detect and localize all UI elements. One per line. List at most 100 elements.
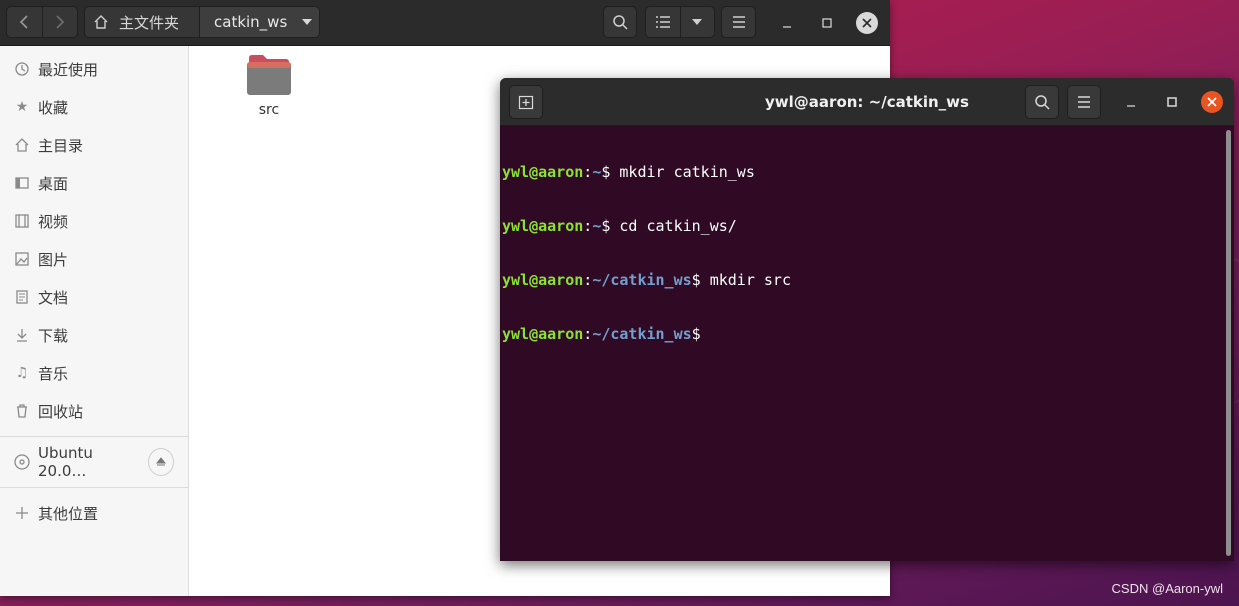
sidebar-item-music[interactable]: ♫ 音乐: [0, 354, 188, 392]
download-icon: [14, 327, 30, 343]
search-icon: [1035, 95, 1050, 110]
eject-icon: [155, 457, 166, 466]
sidebar-item-label: 最近使用: [38, 60, 99, 79]
watermark: CSDN @Aaron-ywl: [1111, 581, 1223, 596]
sidebar: 最近使用 ★ 收藏 主目录 桌面 视频 图片 文档 下载 ♫ 音乐 回收站 Ub…: [0, 46, 189, 596]
folder-label: src: [258, 102, 280, 118]
maximize-icon: [822, 18, 832, 28]
terminal-minimize-button[interactable]: [1120, 91, 1142, 113]
terminal-maximize-button[interactable]: [1161, 91, 1183, 113]
sidebar-item-other-locations[interactable]: 其他位置: [0, 494, 188, 532]
terminal-line: ywl@aaron:~/catkin_ws$ mkdir src: [502, 271, 791, 289]
sidebar-item-recent[interactable]: 最近使用: [0, 50, 188, 88]
sidebar-item-home[interactable]: 主目录: [0, 126, 188, 164]
sidebar-item-label: 图片: [38, 250, 69, 269]
hamburger-icon: [732, 16, 745, 28]
music-icon: ♫: [15, 365, 29, 381]
list-view-button[interactable]: [646, 7, 680, 37]
prompt-user: ywl@aaron: [502, 325, 584, 343]
terminal-line: ywl@aaron:~$ cd catkin_ws/: [502, 217, 737, 235]
sidebar-item-starred[interactable]: ★ 收藏: [0, 88, 188, 126]
triangle-down-icon: [692, 19, 703, 25]
back-button[interactable]: [7, 7, 42, 37]
close-icon: [862, 18, 872, 28]
terminal-window: ywl@aaron: ~/catkin_ws ywl@aaron:~$ mkdi…: [500, 78, 1234, 561]
sidebar-item-documents[interactable]: 文档: [0, 278, 188, 316]
chevron-right-icon: [56, 15, 65, 29]
home-icon: [14, 137, 30, 153]
chevron-left-icon: [20, 15, 29, 29]
sidebar-divider: [0, 487, 188, 488]
prompt-path: ~: [592, 163, 602, 181]
sidebar-item-videos[interactable]: 视频: [0, 202, 188, 240]
path-current-button[interactable]: catkin_ws: [200, 7, 319, 37]
home-icon: [94, 15, 108, 29]
files-headerbar: 主文件夹 catkin_ws: [0, 0, 890, 46]
document-icon: [14, 289, 30, 305]
close-button[interactable]: [856, 12, 878, 34]
prompt-user: ywl@aaron: [502, 163, 584, 181]
video-icon: [14, 213, 30, 229]
sidebar-item-label: 其他位置: [38, 504, 99, 523]
picture-icon: [14, 251, 30, 267]
command-text: mkdir catkin_ws: [610, 163, 755, 181]
view-options-button[interactable]: [679, 7, 714, 37]
prompt-user: ywl@aaron: [502, 271, 584, 289]
sidebar-item-label: 主目录: [38, 136, 84, 155]
sidebar-item-label: 回收站: [38, 402, 84, 421]
prompt-user: ywl@aaron: [502, 217, 584, 235]
minimize-button[interactable]: [776, 12, 798, 34]
terminal-line: ywl@aaron:~$ mkdir catkin_ws: [502, 163, 755, 181]
list-icon: [655, 16, 670, 28]
sidebar-item-label: 文档: [38, 288, 69, 307]
search-button[interactable]: [603, 6, 637, 38]
hamburger-menu-button[interactable]: [721, 6, 756, 38]
eject-button[interactable]: [147, 448, 174, 476]
prompt-path: ~/catkin_ws: [592, 325, 692, 343]
nav-buttons: [6, 6, 78, 38]
terminal-line: ywl@aaron:~/catkin_ws$: [502, 325, 701, 343]
minimize-icon: [1127, 105, 1135, 107]
plus-icon: [14, 505, 30, 521]
terminal-headerbar: ywl@aaron: ~/catkin_ws: [500, 78, 1234, 126]
hamburger-icon: [1078, 96, 1090, 108]
command-text: cd catkin_ws/: [610, 217, 737, 235]
sidebar-divider: [0, 436, 188, 437]
trash-icon: [14, 403, 30, 419]
command-text: mkdir src: [700, 271, 791, 289]
terminal-close-button[interactable]: [1201, 91, 1223, 113]
path-bar: 主文件夹 catkin_ws: [84, 6, 320, 38]
maximize-icon: [1167, 97, 1177, 107]
clock-icon: [14, 61, 30, 77]
sidebar-item-label: 下载: [38, 326, 69, 345]
sidebar-item-label: 收藏: [38, 98, 69, 117]
disc-icon: [14, 454, 30, 470]
triangle-down-icon: [302, 19, 313, 25]
desktop-icon: [14, 175, 30, 191]
folder-icon: [246, 54, 292, 96]
sidebar-item-drive[interactable]: Ubuntu 20.0…: [0, 443, 188, 481]
terminal-output[interactable]: ywl@aaron:~$ mkdir catkin_ws ywl@aaron:~…: [502, 126, 1224, 561]
terminal-search-button[interactable]: [1025, 85, 1059, 119]
sidebar-item-label: 音乐: [38, 364, 69, 383]
terminal-scrollbar[interactable]: [1226, 130, 1231, 556]
path-home-button[interactable]: 主文件夹: [85, 7, 200, 37]
star-icon: ★: [15, 99, 29, 115]
sidebar-item-pictures[interactable]: 图片: [0, 240, 188, 278]
close-icon: [1207, 97, 1217, 107]
path-home-label: 主文件夹: [119, 13, 180, 32]
sidebar-item-label: Ubuntu 20.0…: [38, 444, 93, 480]
minimize-icon: [783, 26, 791, 28]
prompt-path: ~: [592, 217, 602, 235]
folder-item[interactable]: src: [243, 54, 295, 118]
forward-button[interactable]: [41, 7, 77, 37]
sidebar-item-downloads[interactable]: 下载: [0, 316, 188, 354]
sidebar-item-trash[interactable]: 回收站: [0, 392, 188, 430]
search-icon: [613, 15, 628, 30]
view-controls: [645, 6, 715, 38]
maximize-button[interactable]: [816, 12, 838, 34]
terminal-menu-button[interactable]: [1067, 85, 1101, 119]
path-current-label: catkin_ws: [214, 13, 288, 31]
sidebar-item-label: 视频: [38, 212, 69, 231]
sidebar-item-desktop[interactable]: 桌面: [0, 164, 188, 202]
